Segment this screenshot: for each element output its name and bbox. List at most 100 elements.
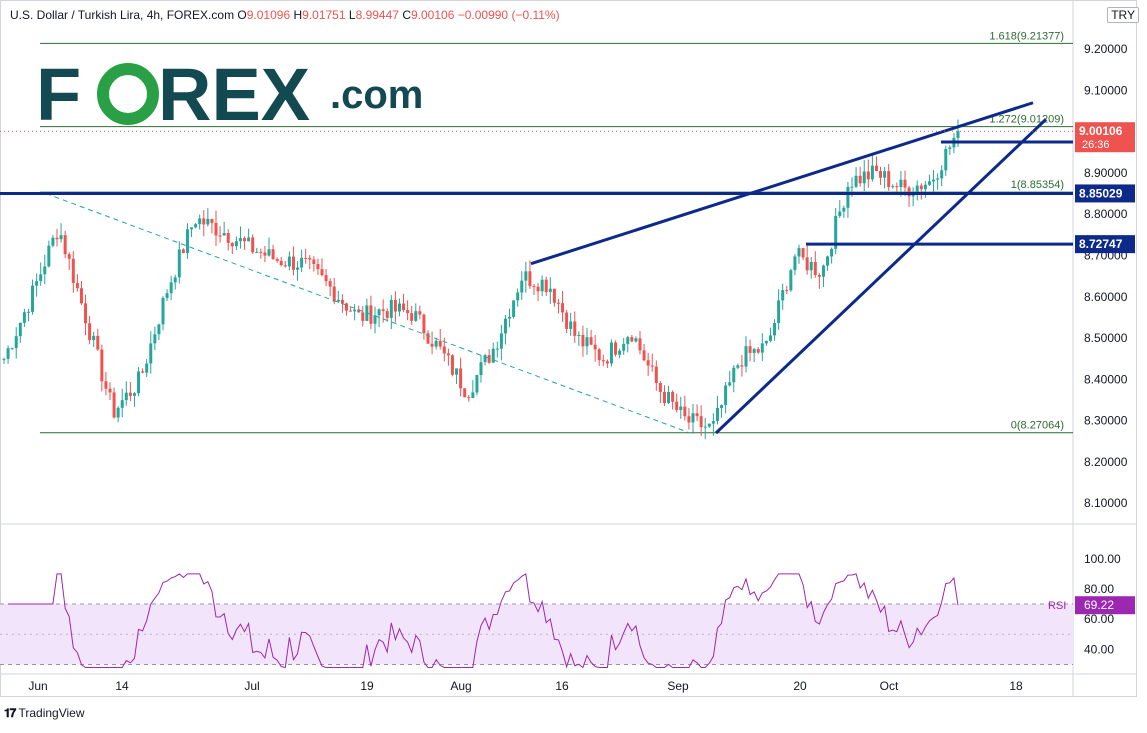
high-label: H [293,8,303,22]
candle-body [434,340,438,347]
candle-body [259,251,263,253]
candle-body [116,407,120,418]
candle-body [141,371,145,373]
candle-body [283,265,287,267]
low-value: 8.99447 [355,8,399,22]
chart-svg[interactable]: FREX.com9.200009.100009.000008.900008.80… [0,0,1147,733]
time-tick-label: Sep [667,679,689,693]
candle-body [222,233,226,236]
candle-body [35,281,39,286]
candle-body [561,303,565,313]
candle-body [226,233,230,243]
candle-body [287,256,291,267]
candle-body [609,342,613,364]
candle-body [817,274,821,277]
candle-body [948,147,952,149]
candle-body [430,343,434,347]
candle-body [874,165,878,172]
lower-wedge-line [714,118,1048,435]
candle-body [63,235,67,255]
candle-body [463,388,467,398]
time-tick-label: Oct [880,679,899,693]
price-tick-label: 8.30000 [1084,414,1128,428]
candle-body [711,421,715,424]
low-label: L [348,8,356,22]
candle-body [691,413,695,423]
candle-body [104,381,108,389]
candle-body [597,349,601,361]
candle-body [71,258,75,283]
candle-body [536,286,540,292]
time-tick-label: 19 [360,679,374,693]
fib-level-label: 1(8.85354) [1011,179,1064,191]
candle-body [316,264,320,270]
candle-body [683,406,687,417]
candle-body [781,290,785,301]
candle-body [622,343,626,351]
candle-body [304,257,308,259]
candle-body [585,337,589,347]
candle-body [479,362,483,376]
candle-body [748,346,752,353]
candle-body [84,303,88,324]
rsi-tick-label: 40.00 [1084,642,1114,656]
candle-body [442,346,446,354]
candle-body [899,179,903,188]
open-label: O [237,8,247,22]
price-tick-label: 9.20000 [1084,42,1128,56]
candle-body [715,407,719,422]
close-label: C [402,8,411,22]
time-tick-label: Jun [28,679,47,693]
candle-body [642,350,646,361]
open-value: 9.01096 [246,8,291,22]
candle-body [385,311,389,318]
candle-body [777,300,781,324]
candle-body [850,186,854,188]
candle-body [923,184,927,190]
candle-body [927,181,931,185]
candle-body [47,245,51,267]
candle-body [243,238,247,242]
candle-body [31,285,35,312]
candle-body [291,256,295,270]
candle-body [658,383,662,392]
candle-body [552,288,556,303]
candle-body [646,360,650,366]
candle-body [768,335,772,341]
dashed-trendline [45,193,691,434]
candle-body [185,229,189,254]
candle-body [161,298,165,325]
candle-body [516,292,520,301]
candle-body [532,286,536,288]
price-tick-label: 8.90000 [1084,166,1128,180]
candle-body [340,299,344,304]
candle-body [406,310,410,314]
candle-body [842,207,846,212]
candle-body [740,365,744,367]
candle-body [879,171,883,178]
candle-body [512,300,516,317]
candle-body [92,335,96,341]
candle-body [813,261,817,275]
candle-body [251,237,255,253]
candle-body [866,171,870,180]
close-value: 9.00106 [410,8,455,22]
candle-body [650,365,654,367]
tradingview-brand[interactable]: 𝟏𝟕 TradingView [4,706,85,721]
price-tick-label: 8.60000 [1084,290,1128,304]
candle-body [846,186,850,208]
price-tick-label: 8.50000 [1084,331,1128,345]
candle-body [206,218,210,225]
candle-body [789,270,793,291]
candle-body [361,312,365,321]
candle-body [320,269,324,276]
currency-badge[interactable]: TRY [1107,7,1139,23]
candle-body [548,288,552,293]
rsi-tick-label: 100.00 [1084,552,1121,566]
candle-body [618,350,622,355]
candle-body [279,260,283,266]
candle-body [238,238,242,242]
candle-body [300,257,304,268]
candle-body [51,237,55,246]
candle-body [210,218,214,223]
